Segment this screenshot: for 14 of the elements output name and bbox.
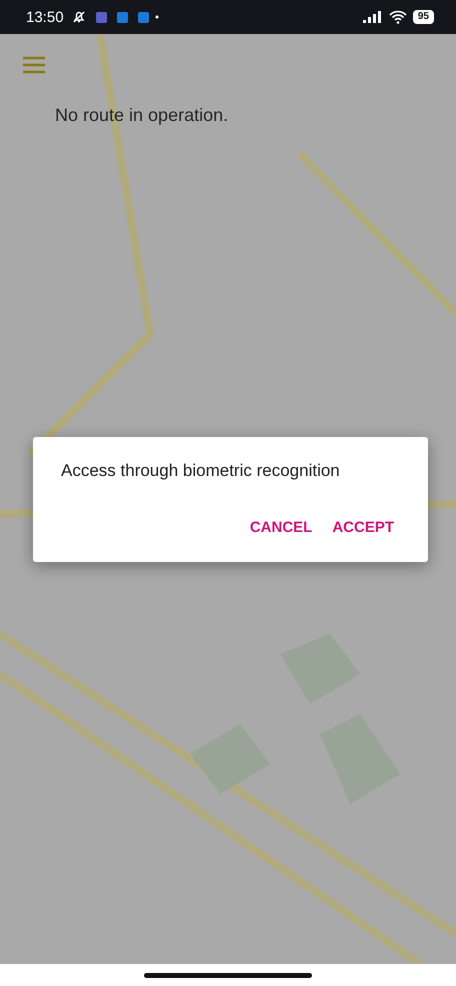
home-indicator[interactable] bbox=[144, 972, 312, 978]
dialog-message: Access through biometric recognition bbox=[61, 461, 341, 481]
status-time: 13:50 bbox=[26, 8, 64, 26]
app-notification-icon bbox=[96, 12, 107, 22]
route-status-text: No route in operation. bbox=[55, 105, 228, 126]
signal-icon bbox=[362, 11, 383, 23]
cancel-button[interactable]: CANCEL bbox=[244, 515, 318, 540]
dot-icon bbox=[154, 15, 159, 19]
accept-button[interactable]: ACCEPT bbox=[326, 515, 400, 540]
app-notification-icon bbox=[138, 12, 149, 22]
wifi-icon bbox=[388, 10, 407, 24]
app-notification-icon bbox=[116, 12, 128, 22]
battery-level: 95 bbox=[412, 10, 434, 24]
muted-bell-icon bbox=[72, 10, 86, 24]
